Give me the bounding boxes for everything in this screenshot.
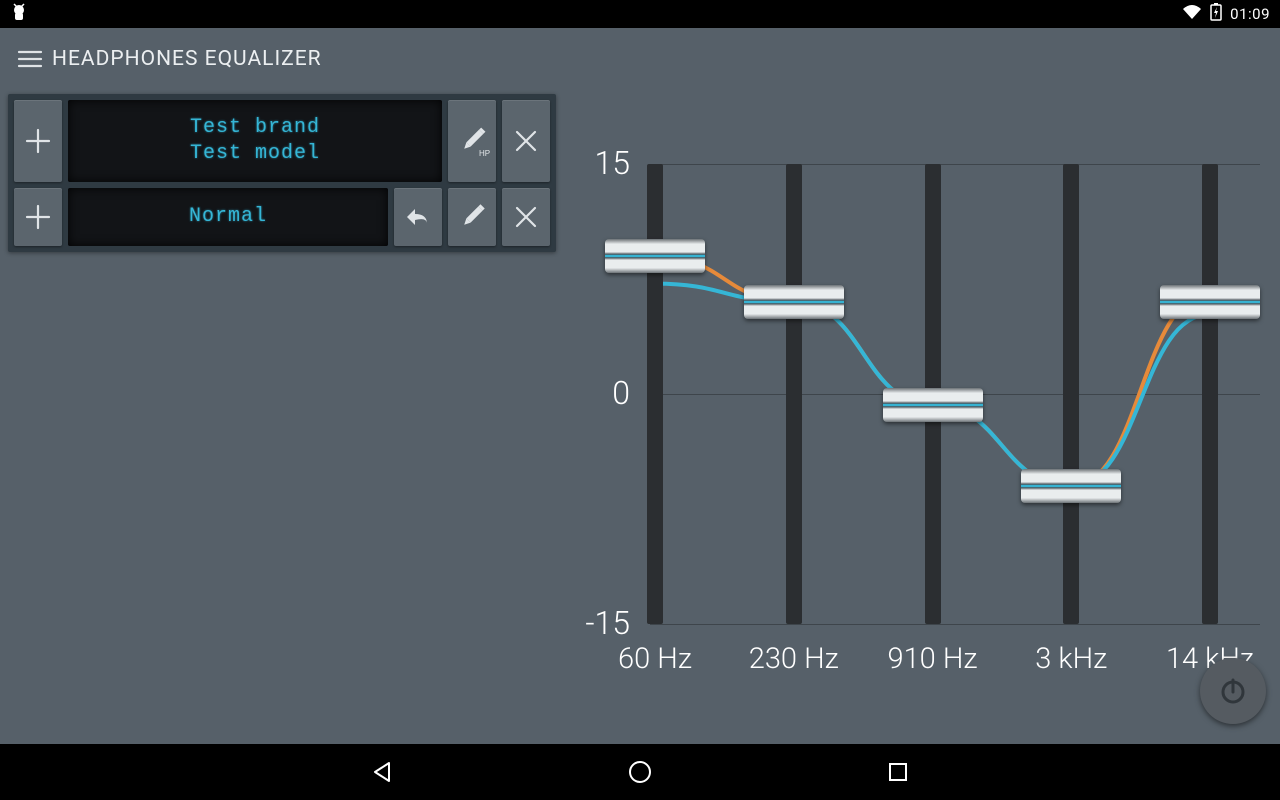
- edit-preset-button[interactable]: [448, 188, 496, 246]
- svg-text:HP: HP: [479, 149, 490, 158]
- home-icon: [627, 759, 653, 785]
- undo-preset-button[interactable]: [394, 188, 442, 246]
- app-surface: HEADPHONES EQUALIZER Test brand Test mod…: [0, 28, 1280, 744]
- undo-icon: [403, 204, 433, 230]
- wifi-icon: [1182, 4, 1202, 24]
- recent-icon: [886, 760, 910, 784]
- status-bar: 01:09: [0, 0, 1280, 28]
- power-icon: [1217, 675, 1249, 707]
- hamburger-icon: [17, 49, 43, 69]
- slider-thumb-4[interactable]: [1160, 285, 1260, 319]
- grid-line: [650, 164, 1260, 165]
- slider-thumb-3[interactable]: [1021, 469, 1121, 503]
- app-bar: HEADPHONES EQUALIZER: [0, 28, 1280, 90]
- preset-row: Normal: [14, 188, 550, 246]
- page-title: HEADPHONES EQUALIZER: [52, 47, 322, 71]
- edit-headphone-button[interactable]: HP: [448, 100, 496, 182]
- slider-thumb-1[interactable]: [744, 285, 844, 319]
- headphone-display[interactable]: Test brand Test model: [68, 100, 442, 182]
- pencil-hp-icon: HP: [454, 123, 490, 159]
- band-label-0: 60 Hz: [585, 642, 725, 676]
- close-icon: [512, 127, 540, 155]
- remove-headphone-button[interactable]: [502, 100, 550, 182]
- slider-thumb-2[interactable]: [883, 388, 983, 422]
- add-preset-button[interactable]: [14, 188, 62, 246]
- status-time: 01:09: [1230, 5, 1270, 23]
- band-label-2: 910 Hz: [863, 642, 1003, 676]
- battery-charging-icon: [1210, 3, 1222, 25]
- y-tick-label: -15: [550, 604, 630, 642]
- grid-line: [650, 624, 1260, 625]
- back-icon: [369, 759, 395, 785]
- band-label-3: 3 kHz: [1001, 642, 1141, 676]
- y-tick-label: 15: [550, 144, 630, 182]
- nav-back-button[interactable]: [368, 758, 396, 786]
- y-tick-label: 0: [550, 374, 630, 412]
- slider-thumb-0[interactable]: [605, 239, 705, 273]
- headphone-brand: Test brand: [190, 115, 320, 141]
- slider-track-1[interactable]: [786, 164, 802, 624]
- band-label-1: 230 Hz: [724, 642, 864, 676]
- add-headphone-button[interactable]: [14, 100, 62, 182]
- add-icon: [23, 202, 53, 232]
- slider-track-0[interactable]: [647, 164, 663, 624]
- power-toggle-button[interactable]: [1200, 658, 1266, 724]
- nav-home-button[interactable]: [626, 758, 654, 786]
- headphone-model: Test model: [190, 141, 320, 167]
- add-icon: [23, 126, 53, 156]
- preset-display[interactable]: Normal: [68, 188, 388, 246]
- slider-track-3[interactable]: [1063, 164, 1079, 624]
- headphone-row: Test brand Test model HP: [14, 100, 550, 182]
- nav-bar: [0, 744, 1280, 800]
- slider-track-4[interactable]: [1202, 164, 1218, 624]
- close-icon: [512, 203, 540, 231]
- remove-preset-button[interactable]: [502, 188, 550, 246]
- android-debug-icon: [10, 2, 28, 26]
- nav-recent-button[interactable]: [884, 758, 912, 786]
- preset-panel: Test brand Test model HP: [8, 94, 556, 252]
- equalizer-area: 150-1560 Hz230 Hz910 Hz3 kHz14 kHz: [560, 94, 1260, 744]
- preset-name: Normal: [189, 204, 267, 230]
- menu-button[interactable]: [8, 37, 52, 81]
- pencil-icon: [456, 201, 488, 233]
